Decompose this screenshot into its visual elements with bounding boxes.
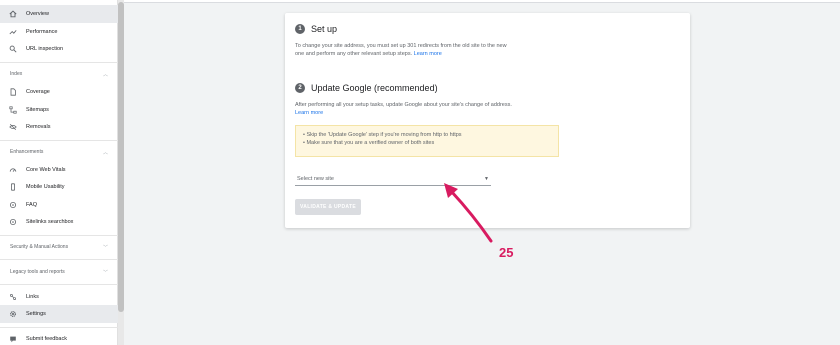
sidebar-item-label: URL inspection	[26, 46, 64, 52]
chevron-down-icon: ﹀	[102, 269, 108, 276]
step-1-desc-line: one and perform any other relevant setup…	[295, 51, 413, 57]
section-header-label: Enhancements	[10, 149, 44, 155]
sidebar-item-settings[interactable]: Settings	[0, 305, 118, 323]
chevron-down-icon: ﹀	[102, 244, 108, 251]
section-header-security[interactable]: Security & Manual Actions ﹀	[0, 239, 118, 255]
sidebar-item-label: FAQ	[26, 202, 38, 208]
section-header-label: Legacy tools and reports	[10, 269, 65, 275]
links-icon	[0, 293, 26, 301]
chevron-up-icon: ︿	[102, 71, 108, 78]
sidebar-scrollbar[interactable]	[118, 0, 124, 345]
step-1-description: To change your site address, you must se…	[295, 42, 675, 58]
sidebar-item-mobile-usability[interactable]: Mobile Usability	[0, 178, 118, 196]
step-2-header: 2 Update Google (recommended)	[295, 83, 438, 93]
sidebar-item-label: Settings	[26, 311, 46, 317]
learn-more-link[interactable]: Learn more	[295, 109, 675, 117]
step-1-desc-line: To change your site address, you must se…	[295, 43, 507, 49]
divider	[0, 327, 118, 328]
chevron-up-icon: ︿	[102, 149, 108, 156]
sidebar-item-label: Sitemaps	[26, 107, 49, 113]
scrollbar-thumb[interactable]	[118, 2, 124, 312]
sidebar-item-label: Links	[26, 294, 39, 300]
sidebar-item-links[interactable]: Links	[0, 288, 118, 306]
learn-more-link[interactable]: Learn more	[414, 51, 442, 57]
info-line: • Make sure that you are a verified owne…	[303, 140, 435, 146]
annotation-number: 25	[499, 245, 514, 260]
sidebar-item-label: Sitelinks searchbox	[26, 219, 74, 225]
home-icon	[0, 10, 26, 18]
select-new-site-dropdown[interactable]: Select new site ▼	[295, 172, 491, 186]
file-icon	[0, 88, 26, 96]
sidebar-item-label: Overview	[26, 11, 49, 17]
section-header-index[interactable]: Index ︿	[0, 66, 118, 82]
phone-icon	[0, 183, 26, 191]
divider	[0, 259, 118, 260]
sidebar-item-faq[interactable]: FAQ	[0, 196, 118, 214]
sidebar-item-sitemaps[interactable]: Sitemaps	[0, 101, 118, 119]
sidebar-item-submit-feedback[interactable]: Submit feedback	[0, 330, 118, 345]
sidebar-item-label: Mobile Usability	[26, 184, 65, 190]
sidebar-item-core-web-vitals[interactable]: Core Web Vitals	[0, 161, 118, 179]
trending-icon	[0, 28, 26, 36]
sidebar-item-overview[interactable]: Overview	[0, 5, 118, 23]
section-header-enhancements[interactable]: Enhancements ︿	[0, 144, 118, 160]
divider	[0, 235, 118, 236]
sidebar-item-label: Coverage	[26, 89, 50, 95]
divider	[0, 284, 118, 285]
info-line: • Skip the 'Update Google' step if you'r…	[303, 132, 462, 138]
divider	[0, 140, 118, 141]
sidebar-item-label: Performance	[26, 29, 58, 35]
sidebar-item-coverage[interactable]: Coverage	[0, 83, 118, 101]
change-of-address-card: 1 Set up To change your site address, yo…	[285, 13, 690, 228]
divider	[0, 62, 118, 63]
section-header-legacy[interactable]: Legacy tools and reports ﹀	[0, 264, 118, 280]
info-notice: • Skip the 'Update Google' step if you'r…	[295, 125, 559, 157]
validate-update-button[interactable]: VALIDATE & UPDATE	[295, 199, 361, 215]
faq-icon	[0, 201, 26, 209]
search-icon	[0, 45, 26, 53]
sidebar-item-removals[interactable]: Removals	[0, 118, 118, 136]
feedback-icon	[0, 335, 26, 343]
sidebar-item-label: Removals	[26, 124, 51, 130]
top-bar	[124, 0, 840, 3]
dropdown-caret-icon: ▼	[484, 175, 489, 182]
sidebar-item-sitelinks-searchbox[interactable]: Sitelinks searchbox	[0, 213, 118, 231]
speed-icon	[0, 166, 26, 174]
step-number-badge: 2	[295, 83, 305, 93]
sitemap-icon	[0, 106, 26, 114]
section-header-label: Index	[10, 71, 23, 77]
sidebar-item-url-inspection[interactable]: URL inspection	[0, 40, 118, 58]
step-2-desc-line: After performing all your setup tasks, u…	[295, 102, 512, 108]
sidebar-item-performance[interactable]: Performance	[0, 23, 118, 41]
gear-icon	[0, 310, 26, 318]
sidebar-item-label: Core Web Vitals	[26, 167, 66, 173]
step-2-description: After performing all your setup tasks, u…	[295, 101, 675, 117]
section-header-label: Security & Manual Actions	[10, 244, 69, 250]
step-1-title: Set up	[311, 24, 338, 34]
step-number-badge: 1	[295, 24, 305, 34]
searchbox-icon	[0, 218, 26, 226]
eye-off-icon	[0, 123, 26, 131]
step-1-header: 1 Set up	[295, 24, 337, 34]
select-placeholder: Select new site	[297, 175, 334, 182]
sidebar-item-label: Submit feedback	[26, 336, 67, 342]
sidebar: Overview Performance URL inspection Inde…	[0, 0, 118, 345]
step-2-title: Update Google (recommended)	[311, 83, 438, 93]
